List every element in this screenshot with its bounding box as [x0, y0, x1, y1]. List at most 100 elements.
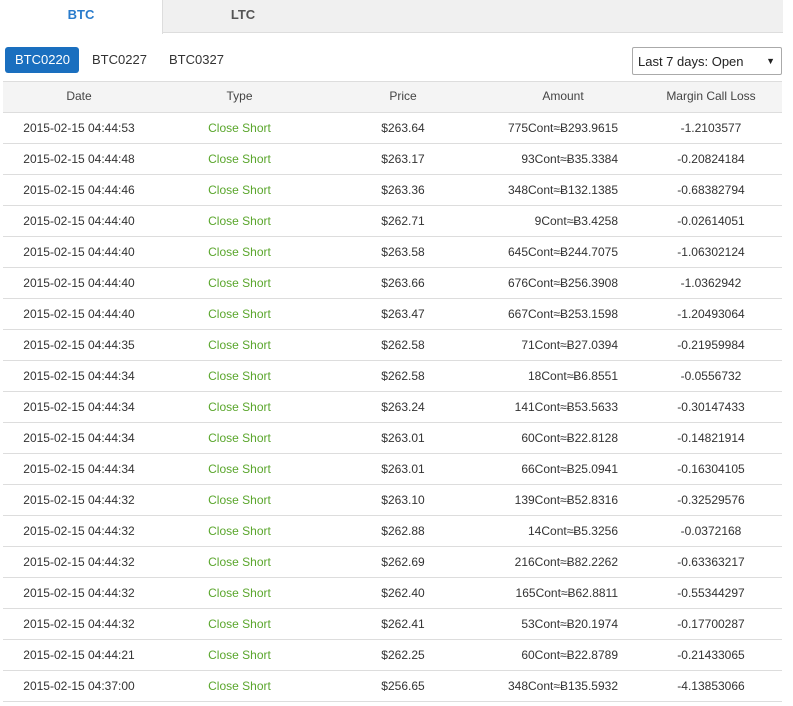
cell-date: 2015-02-15 04:44:34 — [23, 431, 135, 445]
cell-type: Close Short — [208, 462, 271, 476]
cell-price: $262.41 — [381, 617, 425, 631]
cell-amount: 71Cont≈Ƀ27.0394 — [521, 338, 618, 352]
table-row: 2015-02-15 04:44:40 Close Short $263.47 667… — [3, 299, 782, 330]
table-row: 2015-02-15 04:37:00 Close Short $256.65 348… — [3, 671, 782, 702]
cell-type: Close Short — [208, 183, 271, 197]
table-row: 2015-02-15 04:44:35 Close Short $262.58 71C… — [3, 330, 782, 361]
cell-date: 2015-02-15 04:44:34 — [23, 369, 135, 383]
cell-amount: 139Cont≈Ƀ52.8316 — [514, 493, 618, 507]
cell-price: $262.25 — [381, 648, 425, 662]
table-body: 2015-02-15 04:44:53 Close Short $263.64 775… — [3, 113, 782, 702]
cell-type: Close Short — [208, 648, 271, 662]
cell-date: 2015-02-15 04:44:34 — [23, 462, 135, 476]
cell-amount: 18Cont≈Ƀ6.8551 — [528, 369, 618, 383]
cell-type: Close Short — [208, 121, 271, 135]
cell-margin-call-loss: -0.21959984 — [677, 338, 745, 352]
cell-type: Close Short — [208, 214, 271, 228]
cell-amount: 348Cont≈Ƀ132.1385 — [507, 183, 618, 197]
cell-price: $263.64 — [381, 121, 425, 135]
cell-price: $262.40 — [381, 586, 425, 600]
cell-price: $263.36 — [381, 183, 425, 197]
cell-price: $263.01 — [381, 431, 425, 445]
cell-amount: 53Cont≈Ƀ20.1974 — [521, 617, 618, 631]
table-row: 2015-02-15 04:44:53 Close Short $263.64 775… — [3, 113, 782, 144]
cell-date: 2015-02-15 04:44:35 — [23, 338, 135, 352]
cell-date: 2015-02-15 04:44:32 — [23, 555, 135, 569]
cell-margin-call-loss: -0.63363217 — [677, 555, 745, 569]
cell-type: Close Short — [208, 493, 271, 507]
tab-btc[interactable]: BTC — [0, 0, 163, 34]
cell-amount: 775Cont≈Ƀ293.9615 — [507, 121, 618, 135]
tab-ltc[interactable]: LTC — [163, 0, 323, 33]
cell-date: 2015-02-15 04:44:21 — [23, 648, 135, 662]
table-header-row: Date Type Price Amount Margin Call Loss — [3, 82, 782, 113]
cell-date: 2015-02-15 04:44:32 — [23, 524, 135, 538]
cell-type: Close Short — [208, 400, 271, 414]
column-header-margin-call-loss: Margin Call Loss — [666, 89, 756, 103]
cell-margin-call-loss: -0.30147433 — [677, 400, 745, 414]
cell-date: 2015-02-15 04:44:53 — [23, 121, 135, 135]
cell-date: 2015-02-15 04:44:40 — [23, 307, 135, 321]
cell-price: $256.65 — [381, 679, 425, 693]
cell-amount: 93Cont≈Ƀ35.3384 — [521, 152, 618, 166]
cell-date: 2015-02-15 04:44:40 — [23, 245, 135, 259]
cell-margin-call-loss: -0.55344297 — [677, 586, 745, 600]
cell-price: $262.69 — [381, 555, 425, 569]
table-row: 2015-02-15 04:44:40 Close Short $263.66 676… — [3, 268, 782, 299]
cell-date: 2015-02-15 04:44:46 — [23, 183, 135, 197]
cell-price: $263.66 — [381, 276, 425, 290]
cell-type: Close Short — [208, 245, 271, 259]
cell-amount: 60Cont≈Ƀ22.8789 — [521, 648, 618, 662]
cell-type: Close Short — [208, 586, 271, 600]
cell-margin-call-loss: -0.17700287 — [677, 617, 745, 631]
cell-type: Close Short — [208, 617, 271, 631]
cell-amount: 141Cont≈Ƀ53.5633 — [514, 400, 618, 414]
cell-amount: 676Cont≈Ƀ256.3908 — [507, 276, 618, 290]
cell-price: $262.58 — [381, 338, 425, 352]
table-row: 2015-02-15 04:44:48 Close Short $263.17 93C… — [3, 144, 782, 175]
table-row: 2015-02-15 04:44:34 Close Short $263.24 141… — [3, 392, 782, 423]
cell-margin-call-loss: -0.20824184 — [677, 152, 745, 166]
cell-price: $262.58 — [381, 369, 425, 383]
cell-date: 2015-02-15 04:44:48 — [23, 152, 135, 166]
tab-btc0327[interactable]: BTC0327 — [169, 47, 224, 73]
table-row: 2015-02-15 04:44:34 Close Short $263.01 66C… — [3, 454, 782, 485]
cell-date: 2015-02-15 04:37:00 — [23, 679, 135, 693]
table-row: 2015-02-15 04:44:46 Close Short $263.36 348… — [3, 175, 782, 206]
cell-price: $263.47 — [381, 307, 425, 321]
cell-date: 2015-02-15 04:44:40 — [23, 276, 135, 290]
cell-type: Close Short — [208, 369, 271, 383]
currency-tab-bar: BTC LTC — [0, 0, 783, 34]
tab-btc0227[interactable]: BTC0227 — [92, 47, 147, 73]
cell-amount: 60Cont≈Ƀ22.8128 — [521, 431, 618, 445]
cell-amount: 667Cont≈Ƀ253.1598 — [507, 307, 618, 321]
cell-margin-call-loss: -1.06302124 — [677, 245, 745, 259]
cell-price: $263.24 — [381, 400, 425, 414]
tab-btc0220[interactable]: BTC0220 — [5, 47, 79, 73]
period-filter-value: Last 7 days: Open — [638, 54, 744, 69]
cell-price: $263.58 — [381, 245, 425, 259]
column-header-date: Date — [66, 89, 92, 103]
cell-margin-call-loss: -0.0372168 — [680, 524, 742, 538]
cell-type: Close Short — [208, 338, 271, 352]
cell-margin-call-loss: -0.16304105 — [677, 462, 745, 476]
cell-type: Close Short — [208, 152, 271, 166]
table-row: 2015-02-15 04:44:32 Close Short $262.69 216… — [3, 547, 782, 578]
cell-margin-call-loss: -0.14821914 — [677, 431, 745, 445]
dropdown-arrow-icon: ▼ — [766, 56, 775, 66]
cell-margin-call-loss: -0.68382794 — [677, 183, 745, 197]
cell-amount: 66Cont≈Ƀ25.0941 — [521, 462, 618, 476]
cell-margin-call-loss: -1.0362942 — [680, 276, 742, 290]
table-row: 2015-02-15 04:44:40 Close Short $263.58 645… — [3, 237, 782, 268]
cell-price: $262.88 — [381, 524, 425, 538]
cell-date: 2015-02-15 04:44:34 — [23, 400, 135, 414]
cell-amount: 348Cont≈Ƀ135.5932 — [507, 679, 618, 693]
cell-type: Close Short — [208, 555, 271, 569]
period-filter-select[interactable]: Last 7 days: Open ▼ — [632, 47, 782, 75]
cell-amount: 645Cont≈Ƀ244.7075 — [507, 245, 618, 259]
cell-amount: 165Cont≈Ƀ62.8811 — [515, 586, 618, 600]
cell-type: Close Short — [208, 307, 271, 321]
column-header-amount: Amount — [542, 89, 584, 103]
cell-margin-call-loss: -0.0556732 — [680, 369, 742, 383]
cell-type: Close Short — [208, 431, 271, 445]
